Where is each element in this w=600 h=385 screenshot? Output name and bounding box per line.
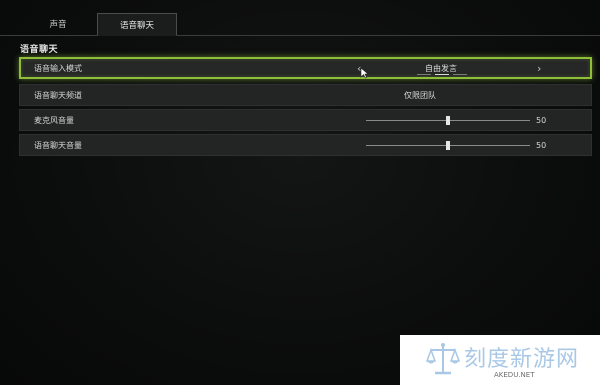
- option-indicator-dot: [453, 74, 467, 75]
- voice-chat-volume-slider-thumb[interactable]: [446, 141, 450, 150]
- voice-chat-volume-label: 语音聊天音量: [34, 140, 82, 150]
- watermark: 刻度新游网 AKEDU.NET: [400, 335, 600, 385]
- tab-sound[interactable]: 声音: [20, 13, 96, 35]
- tab-voice-chat[interactable]: 语音聊天: [97, 13, 177, 36]
- microphone-volume-label: 麦克风音量: [34, 115, 74, 125]
- microphone-volume-value: 50: [536, 115, 547, 125]
- microphone-volume-slider[interactable]: [366, 116, 530, 125]
- voice-input-mode-row[interactable]: 语音输入模式 ‹ 自由发言 ›: [19, 57, 592, 79]
- watermark-text: 刻度新游网: [464, 347, 580, 372]
- option-indicator: [417, 74, 467, 75]
- tab-bar: 声音 语音聊天: [0, 0, 600, 36]
- voice-chat-channel-label: 语音聊天频道: [34, 90, 82, 100]
- section-title: 语音聊天: [20, 45, 59, 55]
- voice-chat-volume-row[interactable]: 语音聊天音量 50: [19, 134, 592, 156]
- scale-logo-icon: [426, 343, 460, 375]
- voice-chat-channel-value: 仅限团队: [404, 90, 436, 100]
- settings-screen: 声音 语音聊天 语音聊天 语音输入模式 ‹ 自由发言 › 语音聊天频道 仅限团队…: [0, 0, 600, 385]
- mouse-pointer-icon: [360, 67, 370, 79]
- voice-chat-volume-slider[interactable]: [366, 141, 530, 150]
- voice-chat-channel-row[interactable]: 语音聊天频道 仅限团队: [19, 84, 592, 106]
- option-indicator-dot: [417, 74, 431, 75]
- watermark-subtext: AKEDU.NET: [494, 371, 535, 379]
- chevron-right-icon[interactable]: ›: [537, 59, 541, 77]
- microphone-volume-slider-thumb[interactable]: [446, 116, 450, 125]
- voice-chat-volume-value: 50: [536, 140, 547, 150]
- microphone-volume-row[interactable]: 麦克风音量 50: [19, 109, 592, 131]
- option-indicator-dot: [435, 74, 449, 75]
- voice-input-mode-label: 语音输入模式: [34, 63, 82, 73]
